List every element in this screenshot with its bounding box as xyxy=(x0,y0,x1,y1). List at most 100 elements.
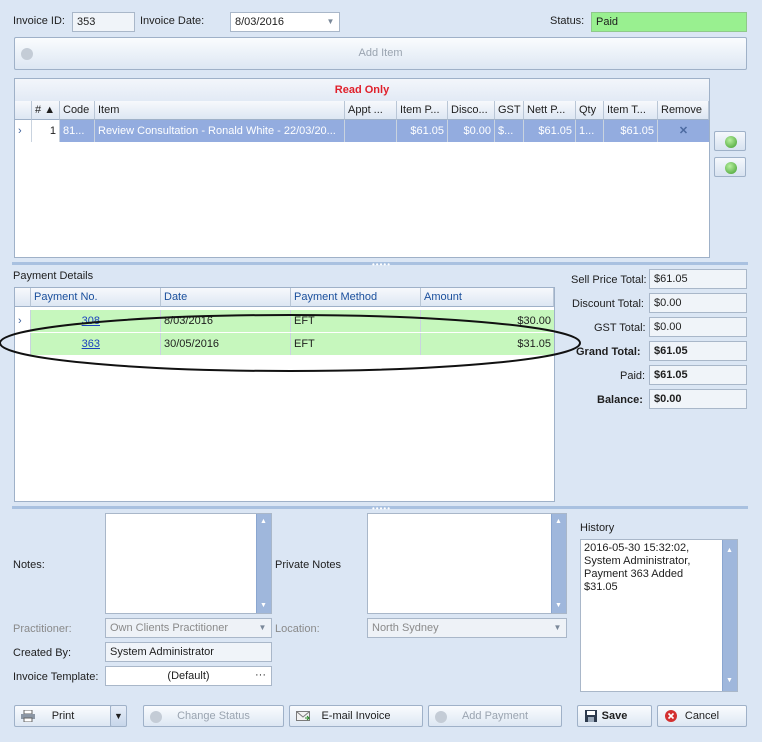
move-up-button[interactable] xyxy=(714,131,746,151)
ellipsis-button[interactable]: ··· xyxy=(255,669,266,681)
sell-price-total-label: Sell Price Total: xyxy=(571,274,647,286)
invoice-id-label: Invoice ID: xyxy=(13,15,65,27)
history-scrollbar[interactable]: ▲ ▼ xyxy=(722,540,737,691)
discount-total-value: $0.00 xyxy=(649,293,747,313)
column-header-appt[interactable]: Appt ... xyxy=(345,101,397,120)
add-item-label: Add Item xyxy=(358,47,403,59)
invoice-date-value: 8/03/2016 xyxy=(235,16,284,28)
row-indicator-icon: › xyxy=(15,120,32,142)
chevron-down-icon[interactable]: ▼ xyxy=(552,622,563,634)
print-button[interactable]: Print xyxy=(14,705,112,727)
private-notes-textarea[interactable]: ▲ ▼ xyxy=(367,513,567,614)
chevron-down-icon[interactable]: ▼ xyxy=(257,622,268,634)
invoice-date-picker[interactable]: 8/03/2016 ▼ xyxy=(230,12,340,32)
chevron-down-icon: ▼ xyxy=(114,711,123,721)
cell-gst: $... xyxy=(495,120,524,142)
practitioner-label: Practitioner: xyxy=(13,623,72,635)
column-header-gst[interactable]: GST xyxy=(495,101,524,120)
email-invoice-button[interactable]: E-mail Invoice xyxy=(289,705,423,727)
move-down-button[interactable] xyxy=(714,157,746,177)
column-header-num[interactable]: # ▲ xyxy=(32,101,60,120)
save-button[interactable]: Save xyxy=(577,705,652,727)
add-payment-button[interactable]: Add Payment xyxy=(428,705,562,727)
print-dropdown-button[interactable]: ▼ xyxy=(110,705,127,727)
cell-appt xyxy=(345,120,397,142)
row-indicator-header xyxy=(15,101,32,120)
cell-nett-price: $61.05 xyxy=(524,120,576,142)
add-payment-icon xyxy=(435,711,447,723)
column-header-remove[interactable]: Remove xyxy=(658,101,709,120)
column-header-nett-price[interactable]: Nett P... xyxy=(524,101,576,120)
email-invoice-label: E-mail Invoice xyxy=(321,710,391,722)
location-select[interactable]: North Sydney ▼ xyxy=(367,618,567,638)
annotation-ellipse xyxy=(0,314,581,372)
cancel-label: Cancel xyxy=(684,710,720,722)
move-up-icon xyxy=(725,136,737,148)
read-only-banner: Read Only xyxy=(15,79,709,101)
save-icon xyxy=(585,710,597,722)
notes-label: Notes: xyxy=(13,559,45,571)
change-status-icon xyxy=(150,711,162,723)
sell-price-total-value: $61.05 xyxy=(649,269,747,289)
cell-item: Review Consultation - Ronald White - 22/… xyxy=(95,120,345,142)
column-header-item-price[interactable]: Item P... xyxy=(397,101,448,120)
splitter-top[interactable]: ••••• xyxy=(12,260,748,269)
practitioner-value: Own Clients Practitioner xyxy=(110,622,228,634)
gst-total-value: $0.00 xyxy=(649,317,747,337)
location-label: Location: xyxy=(275,623,320,635)
status-label: Status: xyxy=(550,15,585,27)
created-by-field: System Administrator xyxy=(105,642,272,662)
save-label: Save xyxy=(601,710,628,722)
private-notes-label: Private Notes xyxy=(275,559,342,571)
splitter-bottom[interactable]: ••••• xyxy=(12,504,748,513)
practitioner-select[interactable]: Own Clients Practitioner ▼ xyxy=(105,618,272,638)
paid-label: Paid: xyxy=(620,370,646,382)
status-field: Paid xyxy=(591,12,747,32)
column-header-code[interactable]: Code xyxy=(60,101,95,120)
cell-discount: $0.00 xyxy=(448,120,495,142)
discount-total-label: Discount Total: xyxy=(572,298,644,310)
created-by-label: Created By: xyxy=(13,647,72,659)
column-header-discount[interactable]: Disco... xyxy=(448,101,495,120)
cancel-button[interactable]: Cancel xyxy=(657,705,747,727)
grand-total-value: $61.05 xyxy=(649,341,747,361)
add-icon xyxy=(21,48,33,60)
email-icon xyxy=(296,711,310,721)
invoice-template-label: Invoice Template: xyxy=(13,671,99,683)
paid-value: $61.05 xyxy=(649,365,747,385)
add-payment-label: Add Payment xyxy=(461,710,529,722)
sort-asc-icon: ▲ xyxy=(44,104,56,116)
change-status-button[interactable]: Change Status xyxy=(143,705,284,727)
cell-item-total: $61.05 xyxy=(604,120,658,142)
items-grid[interactable]: Read Only # ▲ Code Item Appt ... Item P.… xyxy=(14,78,710,258)
chevron-down-icon[interactable]: ▼ xyxy=(325,16,336,28)
payment-details-label: Payment Details xyxy=(13,270,94,282)
notes-scrollbar[interactable]: ▲ ▼ xyxy=(256,514,271,613)
add-item-button[interactable]: Add Item xyxy=(14,37,747,70)
history-text: 2016-05-30 15:32:02, System Administrato… xyxy=(584,542,691,593)
history-label: History xyxy=(580,522,615,534)
cell-code: 81... xyxy=(60,120,95,142)
table-row[interactable]: › 1 81... Review Consultation - Ronald W… xyxy=(15,120,709,142)
invoice-template-value: (Default) xyxy=(167,670,210,682)
cancel-icon xyxy=(665,710,677,722)
cell-num: 1 xyxy=(32,120,60,142)
invoice-date-label: Invoice Date: xyxy=(140,15,205,27)
gst-total-label: GST Total: xyxy=(594,322,646,334)
change-status-label: Change Status xyxy=(177,710,250,722)
remove-icon[interactable]: ✕ xyxy=(658,120,709,142)
column-header-qty[interactable]: Qty xyxy=(576,101,604,120)
invoice-template-field[interactable]: (Default) ··· xyxy=(105,666,272,686)
balance-label: Balance: xyxy=(597,394,643,406)
move-down-icon xyxy=(725,162,737,174)
print-icon xyxy=(21,710,35,722)
cell-item-price: $61.05 xyxy=(397,120,448,142)
history-textarea[interactable]: 2016-05-30 15:32:02, System Administrato… xyxy=(580,539,738,692)
notes-textarea[interactable]: ▲ ▼ xyxy=(105,513,272,614)
invoice-id-field: 353 xyxy=(72,12,135,32)
location-value: North Sydney xyxy=(372,622,439,634)
balance-value: $0.00 xyxy=(649,389,747,409)
private-notes-scrollbar[interactable]: ▲ ▼ xyxy=(551,514,566,613)
column-header-item-total[interactable]: Item T... xyxy=(604,101,658,120)
column-header-item[interactable]: Item xyxy=(95,101,345,120)
